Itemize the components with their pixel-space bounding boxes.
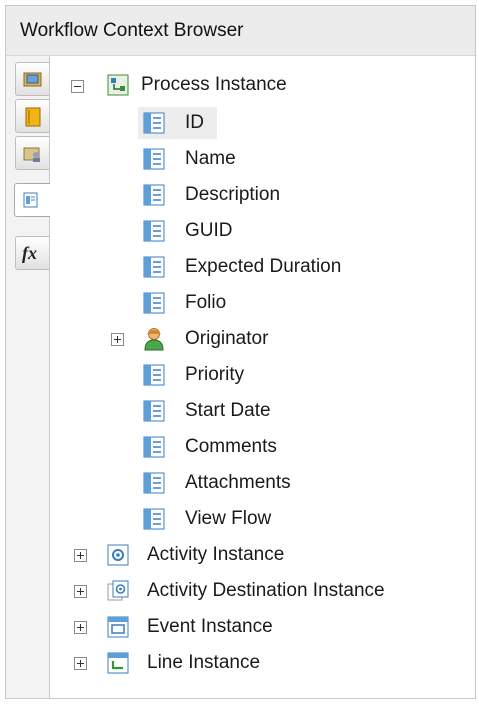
- function-icon: fx: [22, 243, 37, 263]
- tree-node-label: Activity Instance: [147, 544, 285, 565]
- collapse-toggle[interactable]: [71, 80, 84, 93]
- field-icon: [143, 256, 165, 278]
- field-icon: [143, 292, 165, 314]
- tree-node-label: View Flow: [185, 508, 272, 529]
- tree-node-comments[interactable]: Comments: [138, 431, 378, 463]
- activity-icon: [107, 544, 129, 566]
- tree-node-originator[interactable]: Originator: [102, 323, 378, 355]
- tree-node-label: Priority: [185, 364, 245, 385]
- tree-node-label: Expected Duration: [185, 256, 342, 277]
- tree-node-label: Originator: [185, 328, 269, 349]
- field-icon: [143, 508, 165, 530]
- tree-node-label: Folio: [185, 292, 227, 313]
- tree-node-label: Attachments: [185, 472, 291, 493]
- field-icon: [143, 400, 165, 422]
- tab-functions[interactable]: fx: [15, 236, 49, 270]
- tree-node-process-instance[interactable]: Process Instance: [65, 69, 425, 101]
- field-icon: [143, 148, 165, 170]
- field-icon: [143, 220, 165, 242]
- tree-node-view-flow[interactable]: View Flow: [138, 503, 378, 535]
- tree-node-label: Process Instance: [141, 74, 287, 95]
- expand-toggle[interactable]: [74, 549, 87, 562]
- field-icon: [143, 436, 165, 458]
- user-icon: [144, 328, 164, 351]
- tab-folder[interactable]: [15, 62, 49, 96]
- tree-node-label: GUID: [185, 220, 233, 241]
- field-icon: [143, 112, 165, 134]
- tree-node-label: Line Instance: [147, 652, 261, 673]
- tree-node-expected-duration[interactable]: Expected Duration: [138, 251, 398, 283]
- tree-node-label: Name: [185, 148, 236, 169]
- tree-node-id[interactable]: ID: [138, 107, 217, 139]
- tree-node-label: Start Date: [185, 400, 271, 421]
- tree-node-label: Comments: [185, 436, 277, 457]
- tree-node-folio[interactable]: Folio: [138, 287, 378, 319]
- tree-node-label: ID: [185, 112, 204, 133]
- folder-open-icon: [23, 72, 42, 87]
- process-instance-icon: [107, 74, 129, 96]
- context-document-icon: [23, 192, 38, 208]
- tree-node-line-instance[interactable]: Line Instance: [65, 647, 425, 679]
- field-icon: [143, 472, 165, 494]
- panel-title: Workflow Context Browser: [20, 20, 244, 41]
- line-icon: [107, 652, 129, 674]
- title-bar: Workflow Context Browser: [6, 6, 475, 56]
- tree-node-event-instance[interactable]: Event Instance: [65, 611, 425, 643]
- event-icon: [107, 616, 129, 638]
- tree-node-label: Activity Destination Instance: [147, 580, 385, 601]
- expand-toggle[interactable]: [74, 621, 87, 634]
- tree-node-priority[interactable]: Priority: [138, 359, 378, 391]
- tree-node-activity-destination-instance[interactable]: Activity Destination Instance: [65, 575, 465, 607]
- expand-toggle[interactable]: [74, 657, 87, 670]
- tree-node-name[interactable]: Name: [138, 143, 378, 175]
- context-tree: Process Instance ID Name Description GUI…: [50, 56, 475, 698]
- tree-node-guid[interactable]: GUID: [138, 215, 378, 247]
- tree-node-description[interactable]: Description: [138, 179, 378, 211]
- tree-node-label: Description: [185, 184, 281, 205]
- tree-node-start-date[interactable]: Start Date: [138, 395, 378, 427]
- field-icon: [143, 364, 165, 386]
- tree-node-attachments[interactable]: Attachments: [138, 467, 378, 499]
- expand-toggle[interactable]: [74, 585, 87, 598]
- notebook-icon: [25, 107, 41, 127]
- tab-context-document[interactable]: [14, 183, 51, 217]
- activity-destination-icon: [107, 580, 129, 601]
- tree-node-activity-instance[interactable]: Activity Instance: [65, 539, 425, 571]
- tab-folder-users[interactable]: [15, 136, 49, 170]
- field-icon: [143, 184, 165, 206]
- expand-toggle[interactable]: [111, 333, 124, 346]
- tree-node-label: Event Instance: [147, 616, 273, 637]
- side-tab-strip: fx: [6, 56, 51, 698]
- folder-users-icon: [23, 147, 40, 162]
- context-browser-panel: Workflow Context Browser fx Process Inst…: [5, 5, 476, 699]
- tab-notebook[interactable]: [15, 99, 49, 133]
